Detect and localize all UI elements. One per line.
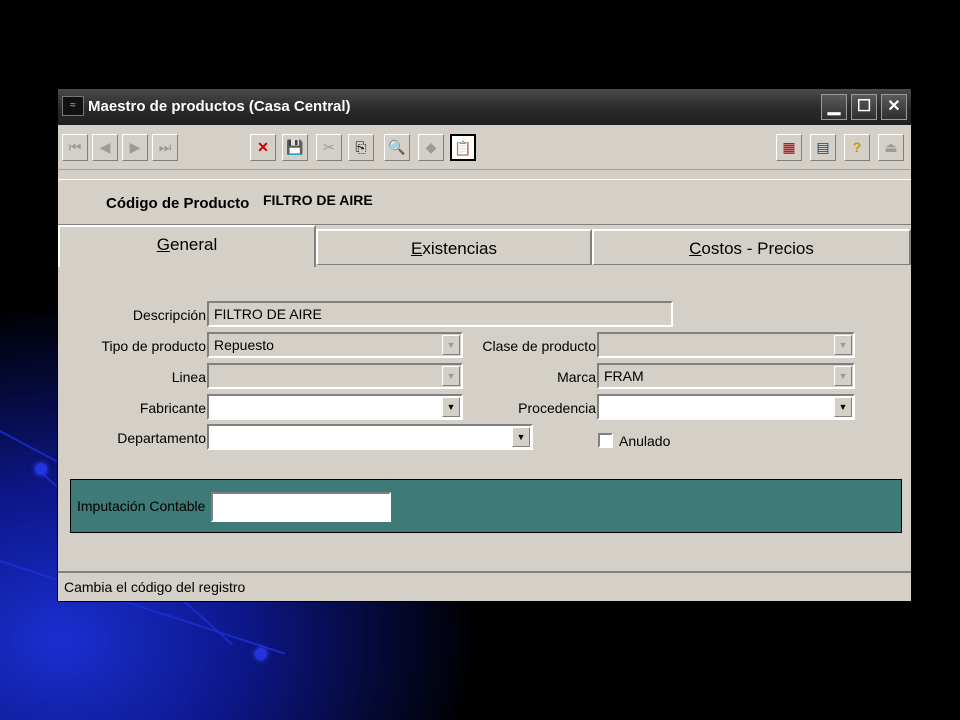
copy-button[interactable]: ⎘ [348, 134, 374, 161]
title-bar[interactable]: ≈ Maestro de productos (Casa Central) ▁ … [58, 89, 911, 125]
tab-general-mnemonic: G [156, 235, 170, 254]
tab-bar: General Existencias Costos - Precios [58, 225, 911, 267]
background-dot [255, 648, 267, 660]
calculator-icon: ▤ [816, 139, 830, 155]
next-record-button[interactable]: ▶ [122, 134, 148, 161]
find-icon: 🔍 [388, 139, 406, 155]
clear-icon: ◆ [425, 139, 437, 155]
descripcion-field[interactable]: FILTRO DE AIRE [207, 301, 673, 327]
minimize-button[interactable]: ▁ [821, 94, 847, 120]
delete-button[interactable]: ✕ [250, 134, 276, 161]
paste-icon: 📋 [454, 140, 472, 156]
tipo-producto-value: Repuesto [214, 337, 274, 353]
chevron-down-icon[interactable]: ▼ [512, 427, 530, 447]
linea-label: Linea [171, 369, 206, 385]
tab-general-label: eneral [169, 235, 218, 254]
status-text: Cambia el código del registro [64, 579, 246, 595]
find-button[interactable]: 🔍 [384, 134, 410, 161]
chevron-down-icon[interactable]: ▼ [442, 335, 460, 355]
chevron-down-icon[interactable]: ▼ [442, 397, 460, 417]
window-title: Maestro de productos (Casa Central) [88, 98, 351, 115]
background-dot [35, 463, 47, 475]
prev-record-icon: ◀ [99, 139, 111, 155]
anulado-label: Anulado [619, 433, 671, 449]
status-bar: Cambia el código del registro [58, 571, 911, 601]
cut-button[interactable]: ✂ [316, 134, 342, 161]
procedencia-select[interactable]: ▼ [597, 394, 855, 420]
tipo-producto-select[interactable]: Repuesto ▼ [207, 332, 463, 358]
imputacion-label: Imputación Contable [77, 498, 206, 514]
imputacion-input[interactable] [211, 492, 391, 522]
departamento-label: Departamento [117, 430, 206, 446]
fabricante-select[interactable]: ▼ [207, 394, 463, 420]
fabricante-label: Fabricante [139, 400, 206, 416]
descripcion-label: Descripción [132, 307, 206, 323]
first-record-icon: ⏮ [68, 139, 82, 155]
tab-costos-precios-label: ostos - Precios [701, 239, 814, 258]
chevron-down-icon[interactable]: ▼ [834, 335, 852, 355]
main-window: ≈ Maestro de productos (Casa Central) ▁ … [58, 89, 911, 601]
help-button[interactable]: ? [844, 134, 870, 161]
cut-icon: ✂ [323, 139, 335, 155]
marca-select[interactable]: FRAM ▼ [597, 363, 855, 389]
tab-existencias-label: xistencias [422, 239, 497, 258]
chevron-down-icon[interactable]: ▼ [834, 397, 852, 417]
chevron-down-icon[interactable]: ▼ [834, 366, 852, 386]
help-icon: ? [852, 139, 862, 155]
last-record-button[interactable]: ⏭ [152, 134, 178, 161]
paste-button[interactable]: 📋 [450, 134, 476, 161]
marca-value: FRAM [604, 368, 644, 384]
product-code-value: FILTRO DE AIRE [263, 192, 373, 208]
imputacion-panel: Imputación Contable [70, 479, 902, 533]
close-button[interactable]: ✕ [881, 94, 907, 120]
linea-select[interactable]: ▼ [207, 363, 463, 389]
app-icon: ≈ [62, 96, 84, 116]
last-record-icon: ⏭ [158, 139, 172, 155]
tab-existencias[interactable]: Existencias [316, 229, 592, 265]
prev-record-button[interactable]: ◀ [92, 134, 118, 161]
calculator-button[interactable]: ▤ [810, 134, 836, 161]
exit-button[interactable]: ⏏ [878, 134, 904, 161]
clase-producto-label: Clase de producto [482, 338, 596, 354]
calculator-grid-button[interactable]: ▦ [776, 134, 802, 161]
first-record-button[interactable]: ⏮ [62, 134, 88, 161]
copy-icon: ⎘ [355, 139, 367, 155]
procedencia-label: Procedencia [518, 400, 596, 416]
exit-icon: ⏏ [884, 139, 898, 155]
product-code-panel: Código de Producto FILTRO DE AIRE [58, 179, 911, 225]
save-icon: 💾 [286, 139, 304, 155]
product-code-label: Código de Producto [106, 195, 250, 212]
maximize-button[interactable]: ☐ [851, 94, 877, 120]
marca-label: Marca [557, 369, 596, 385]
tab-existencias-mnemonic: E [411, 239, 423, 258]
departamento-select[interactable]: ▼ [207, 424, 533, 450]
chevron-down-icon[interactable]: ▼ [442, 366, 460, 386]
tab-costos-precios-mnemonic: C [689, 239, 702, 258]
tab-costos-precios[interactable]: Costos - Precios [592, 229, 911, 265]
tipo-producto-label: Tipo de producto [101, 338, 206, 354]
clear-button[interactable]: ◆ [418, 134, 444, 161]
save-button[interactable]: 💾 [282, 134, 308, 161]
tab-general[interactable]: General [58, 225, 316, 267]
calculator-grid-icon: ▦ [782, 139, 796, 155]
clase-producto-select[interactable]: ▼ [597, 332, 855, 358]
toolbar: ⏮ ◀ ▶ ⏭ ✕ 💾 ✂ ⎘ 🔍 ◆ 📋 ▦ ▤ ? ⏏ [58, 125, 911, 170]
anulado-checkbox[interactable] [598, 433, 613, 448]
next-record-icon: ▶ [129, 139, 141, 155]
delete-icon: ✕ [257, 139, 269, 155]
